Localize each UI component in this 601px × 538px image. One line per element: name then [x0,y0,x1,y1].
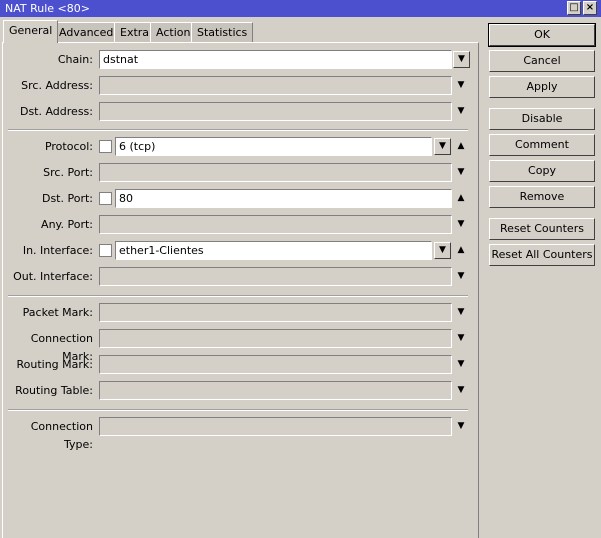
src-address-label: Src. Address: [21,79,93,92]
routing-table-input[interactable] [99,381,452,400]
protocol-dropdown-icon[interactable]: ▼ [434,138,451,155]
cancel-button[interactable]: Cancel [489,50,595,72]
connection-type-label: Connection Type: [30,420,93,451]
copy-button[interactable]: Copy [489,160,595,182]
in-interface-negate-checkbox[interactable] [99,244,112,257]
protocol-input[interactable]: 6 (tcp) [115,137,432,156]
routing-mark-label: Routing Mark: [16,358,93,371]
comment-button[interactable]: Comment [489,134,595,156]
section-divider [8,129,468,131]
window-title: NAT Rule <80> [5,2,90,15]
src-address-expand-icon[interactable]: ▼ [456,76,466,94]
packet-mark-label: Packet Mark: [22,306,93,319]
in-interface-input[interactable]: ether1-Clientes [115,241,432,260]
src-port-expand-icon[interactable]: ▼ [456,163,466,181]
any-port-expand-icon[interactable]: ▼ [456,215,466,233]
routing-mark-input[interactable] [99,355,452,374]
tab-action[interactable]: Action [150,22,197,42]
tab-general[interactable]: General [3,20,59,43]
ok-button[interactable]: OK [488,23,596,47]
any-port-label: Any. Port: [41,218,93,231]
section-divider [8,295,468,297]
packet-mark-input[interactable] [99,303,452,322]
remove-button[interactable]: Remove [489,186,595,208]
tab-extra[interactable]: Extra [114,22,156,42]
connection-type-input[interactable] [99,417,452,436]
src-port-input[interactable] [99,163,452,182]
protocol-negate-checkbox[interactable] [99,140,112,153]
section-divider [8,409,468,411]
dst-address-input[interactable] [99,102,452,121]
src-address-input[interactable] [99,76,452,95]
reset-all-counters-button[interactable]: Reset All Counters [489,244,595,266]
out-interface-label: Out. Interface: [13,270,93,283]
reset-counters-button[interactable]: Reset Counters [489,218,595,240]
title-bar: NAT Rule <80> [0,0,601,17]
src-port-label: Src. Port: [43,166,93,179]
chain-label: Chain: [57,53,93,66]
connection-mark-expand-icon[interactable]: ▼ [456,329,466,347]
out-interface-expand-icon[interactable]: ▼ [456,267,466,285]
routing-table-label: Routing Table: [15,384,93,397]
dst-port-input[interactable]: 80 [115,189,452,208]
dst-address-expand-icon[interactable]: ▼ [456,102,466,120]
protocol-collapse-icon[interactable]: ▲ [456,137,466,155]
dst-port-negate-checkbox[interactable] [99,192,112,205]
disable-button[interactable]: Disable [489,108,595,130]
chain-dropdown-icon[interactable]: ▼ [453,51,470,68]
tab-statistics[interactable]: Statistics [191,22,254,42]
in-interface-collapse-icon[interactable]: ▲ [456,241,466,259]
close-button[interactable]: × [583,1,597,15]
maximize-button[interactable]: □ [567,1,581,15]
in-interface-dropdown-icon[interactable]: ▼ [434,242,451,259]
packet-mark-expand-icon[interactable]: ▼ [456,303,466,321]
dst-address-label: Dst. Address: [19,105,93,118]
out-interface-input[interactable] [99,267,452,286]
connection-mark-label: Connection Mark: [30,332,93,363]
protocol-label: Protocol: [44,140,93,153]
connection-type-expand-icon[interactable]: ▼ [456,417,466,435]
dst-port-label: Dst. Port: [41,192,93,205]
tab-advanced[interactable]: Advanced [53,22,120,42]
any-port-input[interactable] [99,215,452,234]
apply-button[interactable]: Apply [489,76,595,98]
chain-input[interactable]: dstnat [99,50,452,69]
in-interface-label: In. Interface: [22,244,93,257]
routing-table-expand-icon[interactable]: ▼ [456,381,466,399]
dst-port-collapse-icon[interactable]: ▲ [456,189,466,207]
routing-mark-expand-icon[interactable]: ▼ [456,355,466,373]
connection-mark-input[interactable] [99,329,452,348]
